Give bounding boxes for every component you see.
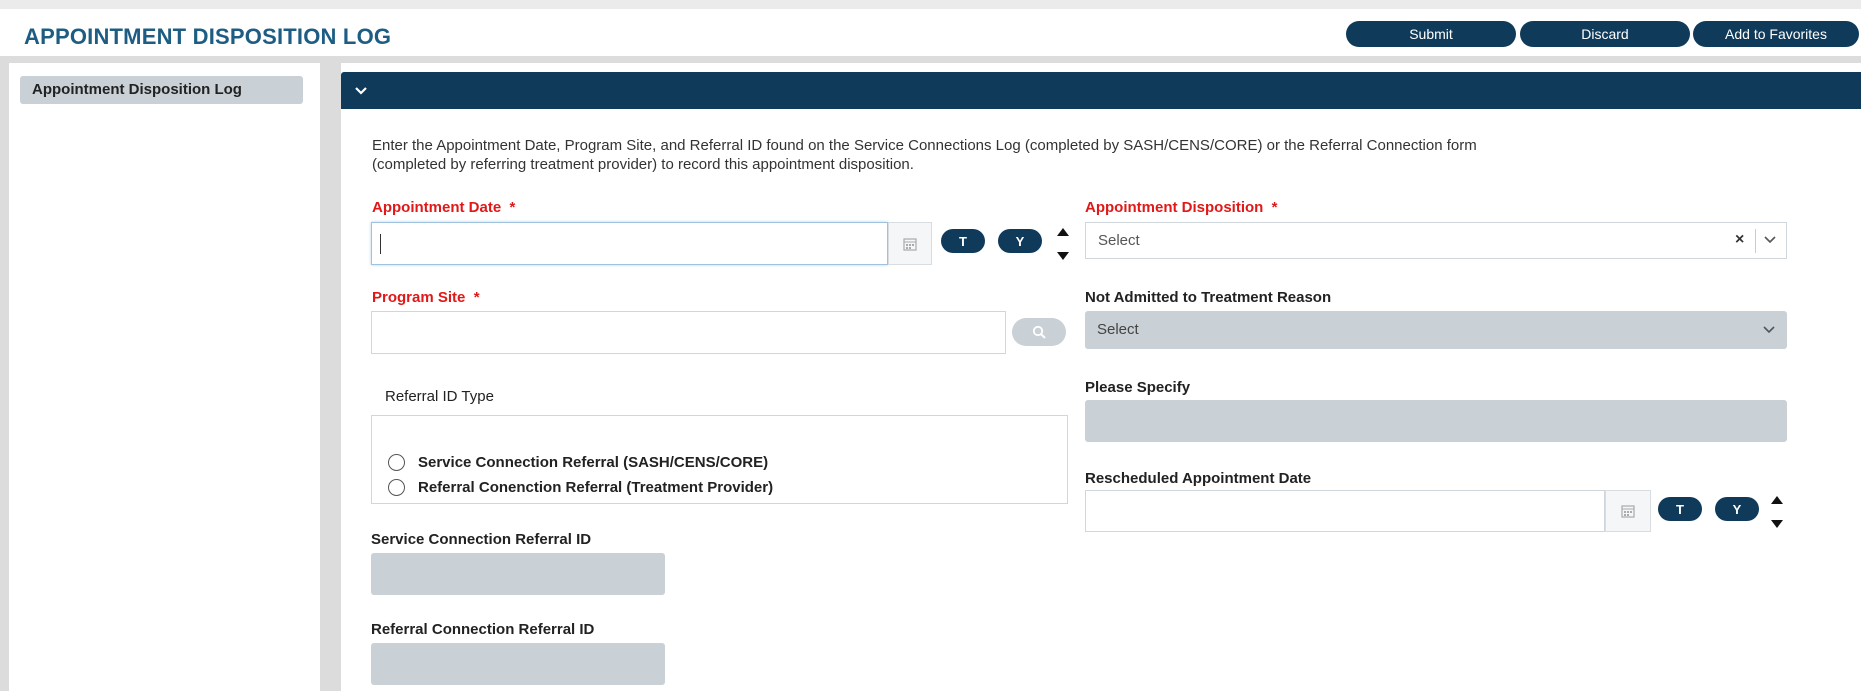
top-strip bbox=[0, 0, 1861, 9]
radio-button[interactable] bbox=[388, 454, 405, 471]
search-icon[interactable] bbox=[1012, 318, 1066, 346]
appointment-disposition-label: Appointment Disposition * bbox=[1085, 199, 1278, 216]
service-connection-referral-id-label: Service Connection Referral ID bbox=[371, 531, 592, 548]
please-specify-field bbox=[1085, 400, 1787, 442]
page-title: APPOINTMENT DISPOSITION LOG bbox=[24, 24, 392, 49]
rescheduled-appointment-date-label: Rescheduled Appointment Date bbox=[1085, 470, 1312, 487]
yesterday-button[interactable]: Y bbox=[998, 229, 1042, 253]
radio-option-label: Service Connection Referral (SASH/CENS/C… bbox=[418, 454, 769, 471]
referral-connection-referral-id-label: Referral Connection Referral ID bbox=[371, 621, 595, 638]
sidebar bbox=[9, 63, 320, 691]
rescheduled-appointment-date-input[interactable] bbox=[1085, 490, 1605, 532]
program-site-label: Program Site * bbox=[372, 289, 480, 306]
program-site-input[interactable] bbox=[371, 311, 1006, 354]
referral-id-type-group: Referral ID Type Service Connection Refe… bbox=[371, 388, 1068, 504]
calendar-icon[interactable] bbox=[1605, 490, 1651, 532]
stepper-arrows-icon[interactable] bbox=[1770, 494, 1784, 530]
radio-button[interactable] bbox=[388, 479, 405, 496]
section-header[interactable] bbox=[341, 72, 1861, 109]
divider bbox=[1755, 229, 1756, 253]
radio-option-referral-connection[interactable]: Referral Conenction Referral (Treatment … bbox=[388, 479, 773, 496]
radio-option-label: Referral Conenction Referral (Treatment … bbox=[418, 479, 774, 496]
referral-id-type-box: Service Connection Referral (SASH/CENS/C… bbox=[371, 415, 1068, 504]
text-cursor bbox=[380, 234, 381, 254]
intro-text: Enter the Appointment Date, Program Site… bbox=[372, 136, 1832, 174]
discard-button[interactable]: Discard bbox=[1520, 21, 1690, 47]
add-to-favorites-button[interactable]: Add to Favorites bbox=[1693, 21, 1859, 47]
chevron-down-icon bbox=[1762, 323, 1776, 342]
calendar-icon[interactable] bbox=[888, 222, 932, 265]
today-button[interactable]: T bbox=[1658, 497, 1702, 521]
select-value: Select bbox=[1097, 321, 1139, 338]
service-connection-referral-id-field bbox=[371, 553, 665, 595]
appointment-date-label: Appointment Date * bbox=[372, 199, 516, 216]
not-admitted-reason-label: Not Admitted to Treatment Reason bbox=[1085, 289, 1332, 306]
appointment-disposition-select[interactable]: Select × bbox=[1085, 222, 1787, 259]
stepper-arrows-icon[interactable] bbox=[1056, 226, 1070, 262]
select-value: Select bbox=[1098, 232, 1140, 249]
chevron-down-icon[interactable] bbox=[352, 81, 372, 101]
clear-x-icon[interactable]: × bbox=[1735, 231, 1744, 249]
appointment-date-input[interactable] bbox=[371, 222, 888, 265]
referral-connection-referral-id-field bbox=[371, 643, 665, 685]
yesterday-button[interactable]: Y bbox=[1715, 497, 1759, 521]
radio-option-service-connection[interactable]: Service Connection Referral (SASH/CENS/C… bbox=[388, 454, 768, 471]
chevron-down-icon[interactable] bbox=[1763, 233, 1777, 252]
not-admitted-reason-select: Select bbox=[1085, 311, 1787, 349]
please-specify-label: Please Specify bbox=[1085, 379, 1191, 396]
intro-line-2: (completed by referring treatment provid… bbox=[372, 156, 914, 173]
referral-id-type-label: Referral ID Type bbox=[385, 388, 494, 405]
sidebar-item-appointment-disposition-log[interactable]: Appointment Disposition Log bbox=[20, 76, 303, 104]
intro-line-1: Enter the Appointment Date, Program Site… bbox=[372, 137, 1477, 154]
submit-button[interactable]: Submit bbox=[1346, 21, 1516, 47]
today-button[interactable]: T bbox=[941, 229, 985, 253]
